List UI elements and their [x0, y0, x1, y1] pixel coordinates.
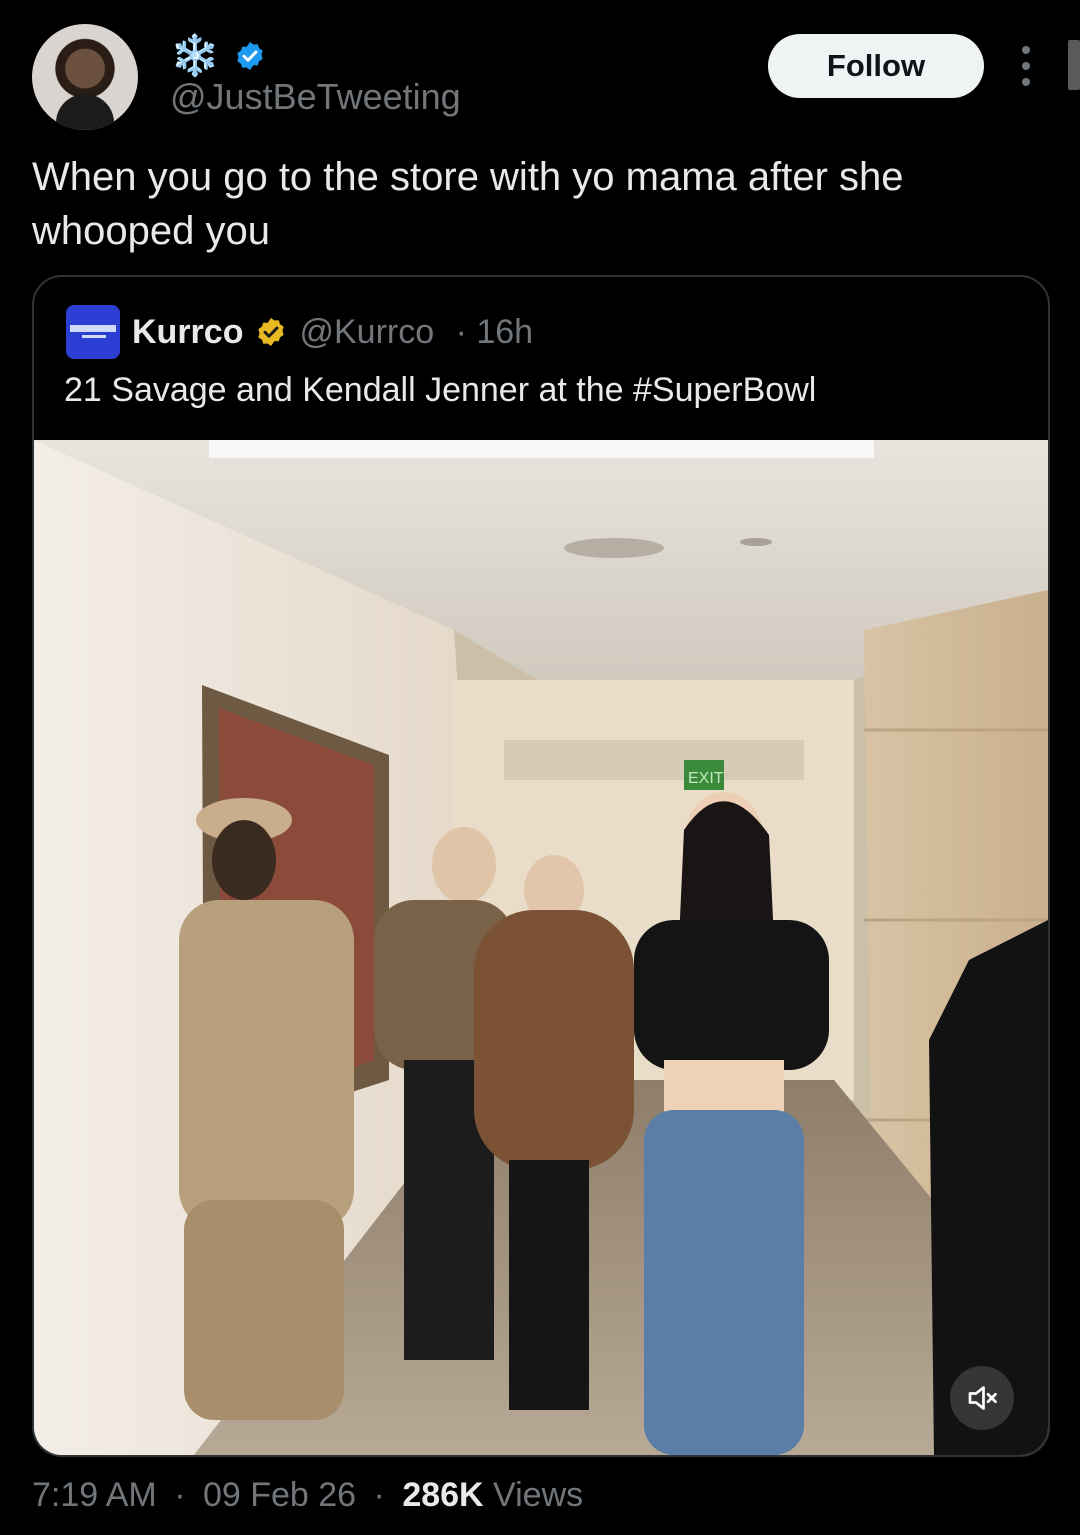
quoted-tweet-text: 21 Savage and Kendall Jenner at the #Sup…	[64, 371, 817, 409]
views-label: Views	[483, 1476, 584, 1514]
svg-text:EXIT: EXIT	[688, 770, 724, 787]
volume-muted-icon	[968, 1386, 997, 1410]
author-display-name[interactable]: ❄️	[170, 36, 220, 76]
tweet-text: When you go to the store with yo mama af…	[32, 155, 904, 253]
follow-button[interactable]: Follow	[768, 34, 984, 98]
author-name-row[interactable]: ❄️	[170, 36, 266, 76]
quoted-tweet-card[interactable]: Kurrco @Kurrco · 16h 21 Savage and Kenda…	[32, 275, 1050, 1457]
tweet-date[interactable]: 09 Feb 26	[203, 1476, 356, 1515]
verified-gold-badge-icon	[258, 318, 285, 346]
quoted-author-handle[interactable]: @Kurrco	[299, 313, 434, 352]
quoted-timestamp[interactable]: 16h	[476, 313, 533, 352]
quoted-author-row: Kurrco @Kurrco · 16h	[132, 307, 533, 357]
separator-dot: ·	[446, 312, 477, 351]
scrollbar[interactable]	[1068, 40, 1080, 90]
more-options-icon[interactable]	[1014, 46, 1038, 86]
tweet-time[interactable]: 7:19 AM	[32, 1476, 157, 1515]
views-count[interactable]: 286K	[402, 1476, 483, 1514]
separator-dot: ·	[364, 1476, 395, 1514]
video-player[interactable]: EXIT	[34, 440, 1048, 1455]
separator-dot: ·	[164, 1476, 195, 1514]
tweet-metadata: 7:19 AM · 09 Feb 26 · 286K Views	[32, 1476, 583, 1515]
video-frame: EXIT	[34, 440, 1048, 1455]
author-avatar[interactable]	[32, 24, 138, 130]
verified-badge-icon	[237, 42, 263, 70]
mute-toggle-button[interactable]	[950, 1366, 1014, 1430]
quoted-author-avatar[interactable]	[66, 305, 120, 359]
quoted-author-name[interactable]: Kurrco	[132, 313, 243, 352]
author-handle[interactable]: @JustBeTweeting	[170, 76, 461, 118]
